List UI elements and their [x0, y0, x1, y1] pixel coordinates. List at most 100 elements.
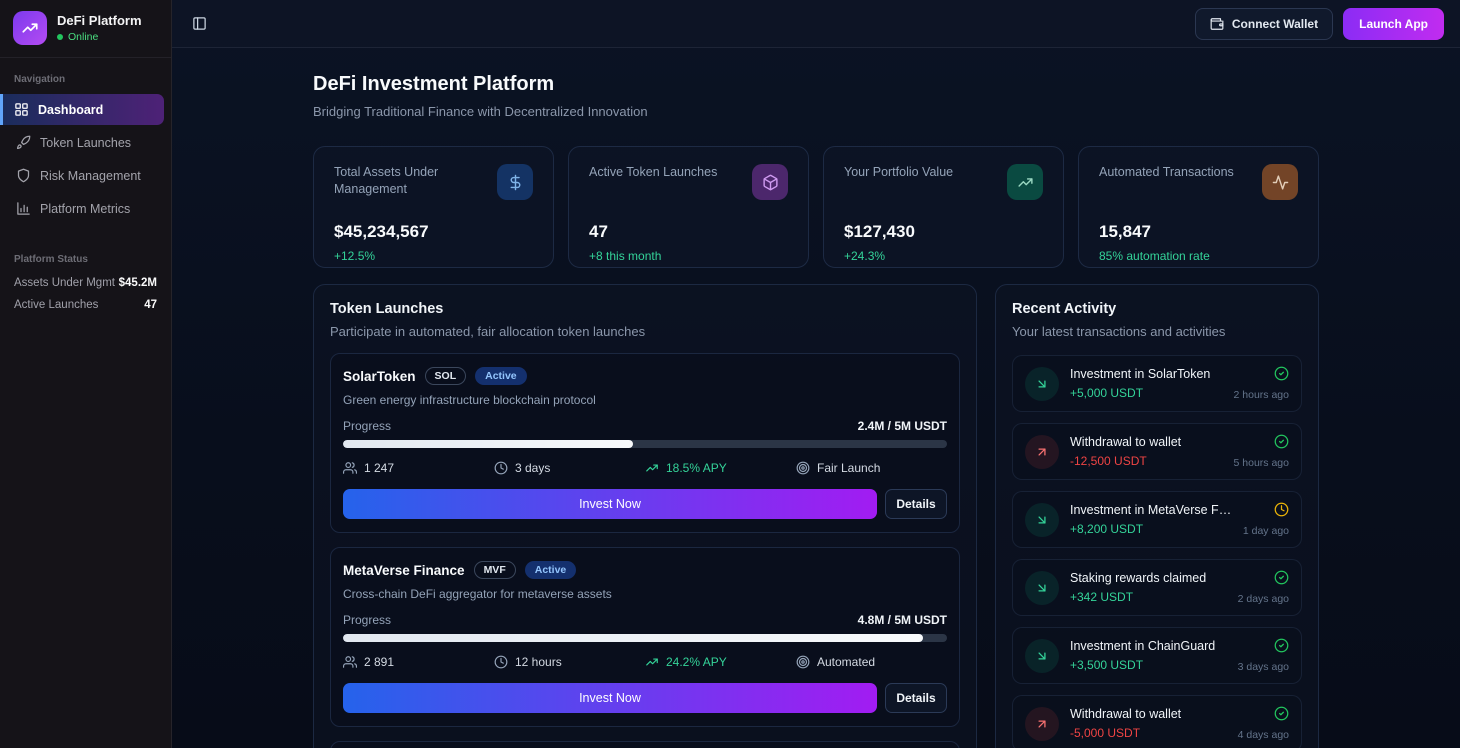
stat-value: 15,847 [1099, 222, 1298, 242]
activity-title: Staking rewards claimed [1070, 571, 1227, 585]
sidebar-item-token-launches[interactable]: Token Launches [7, 127, 164, 158]
stat-card-active-launches: Active Token Launches 47 +8 this month [568, 146, 809, 268]
platform-status-label: Platform Status [0, 238, 171, 272]
activity-title: Investment in ChainGuard [1070, 639, 1227, 653]
sidebar-item-label: Risk Management [40, 169, 141, 183]
activity-title: Investment in SolarToken [1070, 367, 1223, 381]
apy-stat: 24.2% APY [645, 655, 796, 669]
activity-item[interactable]: Investment in MetaVerse Finance +8,200 U… [1012, 491, 1302, 548]
arrow-down-right-icon [1025, 571, 1059, 605]
launch-app-button[interactable]: Launch App [1343, 8, 1444, 40]
progress-bar[interactable] [343, 634, 947, 642]
sidebar-item-label: Dashboard [38, 103, 103, 117]
stat-card-automated-transactions: Automated Transactions 15,847 85% automa… [1078, 146, 1319, 268]
arrow-up-right-icon [1025, 435, 1059, 469]
activity-time: 1 day ago [1243, 525, 1289, 537]
activity-icon [1262, 164, 1298, 200]
dollar-icon [497, 164, 533, 200]
brand-logo [13, 11, 47, 45]
page-subtitle: Bridging Traditional Finance with Decent… [313, 104, 1319, 119]
status-badge: Active [525, 561, 577, 579]
activity-item[interactable]: Staking rewards claimed +342 USDT 2 days… [1012, 559, 1302, 616]
activity-time: 5 hours ago [1234, 457, 1289, 469]
launch-card-solartoken: SolarToken SOL Active Green energy infra… [330, 353, 960, 533]
details-button[interactable]: Details [885, 683, 947, 713]
details-button[interactable]: Details [885, 489, 947, 519]
launch-type-stat: Fair Launch [796, 461, 947, 475]
app-root: DeFi Platform Online Navigation Dashboar… [0, 0, 1460, 748]
clock-icon [494, 461, 508, 475]
progress-fill [343, 440, 633, 448]
status-badge: Active [475, 367, 527, 385]
sidebar-item-risk-management[interactable]: Risk Management [7, 160, 164, 191]
stat-value: $127,430 [844, 222, 1043, 242]
activity-item[interactable]: Withdrawal to wallet -5,000 USDT 4 days … [1012, 695, 1302, 748]
activity-title: Withdrawal to wallet [1070, 707, 1227, 721]
arrow-up-right-icon [1025, 707, 1059, 741]
aum-value: $45.2M [119, 277, 157, 289]
stat-change: 85% automation rate [1099, 249, 1298, 263]
activity-item[interactable]: Investment in SolarToken +5,000 USDT 2 h… [1012, 355, 1302, 412]
activity-time: 3 days ago [1238, 661, 1289, 673]
stat-card-portfolio-value: Your Portfolio Value $127,430 +24.3% [823, 146, 1064, 268]
sidebar-item-label: Token Launches [40, 136, 131, 150]
nav-section-label: Navigation [0, 58, 171, 92]
symbol-chip: MVF [474, 561, 516, 579]
platform-status-section: Platform Status Assets Under Mgmt $45.2M… [0, 238, 171, 316]
shield-icon [16, 168, 31, 183]
sidebar-item-platform-metrics[interactable]: Platform Metrics [7, 193, 164, 224]
stat-change: +8 this month [589, 249, 788, 263]
bar-chart-icon [16, 201, 31, 216]
check-circle-icon [1274, 366, 1289, 381]
sidebar-item-dashboard[interactable]: Dashboard [0, 94, 164, 125]
sidebar-toggle-button[interactable] [188, 12, 211, 35]
invest-now-button[interactable]: Invest Now [343, 683, 877, 713]
stat-value: $45,234,567 [334, 222, 533, 242]
stats-grid: Total Assets Under Management $45,234,56… [313, 146, 1319, 268]
symbol-chip: SOL [425, 367, 467, 385]
activity-amount: -5,000 USDT [1070, 726, 1227, 740]
activity-item[interactable]: Investment in ChainGuard +3,500 USDT 3 d… [1012, 627, 1302, 684]
activity-amount: +3,500 USDT [1070, 658, 1227, 672]
status-row-launches: Active Launches 47 [0, 294, 171, 316]
progress-bar[interactable] [343, 440, 947, 448]
stat-change: +24.3% [844, 249, 1043, 263]
wallet-icon [1210, 17, 1224, 31]
activity-title: Investment in MetaVerse Finance [1070, 503, 1232, 517]
connect-wallet-button[interactable]: Connect Wallet [1195, 8, 1333, 40]
users-icon [343, 655, 357, 669]
check-circle-icon [1274, 638, 1289, 653]
stat-card-total-assets: Total Assets Under Management $45,234,56… [313, 146, 554, 268]
clock-icon [1274, 502, 1289, 517]
launch-card-metaverse-finance: MetaVerse Finance MVF Active Cross-chain… [330, 547, 960, 727]
token-launches-panel: Token Launches Participate in automated,… [313, 284, 977, 748]
activity-time: 2 hours ago [1234, 389, 1289, 401]
arrow-down-right-icon [1025, 639, 1059, 673]
page-title: DeFi Investment Platform [313, 73, 1319, 96]
launch-name: SolarToken [343, 369, 416, 384]
progress-value: 4.8M / 5M USDT [858, 613, 947, 627]
recent-activity-title: Recent Activity [1012, 301, 1302, 317]
activity-item[interactable]: Withdrawal to wallet -12,500 USDT 5 hour… [1012, 423, 1302, 480]
participants-stat: 1 247 [343, 461, 494, 475]
invest-now-button[interactable]: Invest Now [343, 489, 877, 519]
brand: DeFi Platform Online [0, 0, 171, 58]
recent-activity-panel: Recent Activity Your latest transactions… [995, 284, 1319, 748]
panel-left-icon [192, 16, 207, 31]
launch-name: MetaVerse Finance [343, 563, 465, 578]
users-icon [343, 461, 357, 475]
sidebar-item-label: Platform Metrics [40, 202, 130, 216]
progress-fill [343, 634, 923, 642]
status-row-aum: Assets Under Mgmt $45.2M [0, 272, 171, 294]
package-icon [752, 164, 788, 200]
content: DeFi Investment Platform Bridging Tradit… [172, 48, 1460, 748]
launch-description: Cross-chain DeFi aggregator for metavers… [343, 587, 947, 601]
participants-stat: 2 891 [343, 655, 494, 669]
online-status: Online [57, 31, 142, 43]
main-area: Connect Wallet Launch App DeFi Investmen… [172, 0, 1460, 748]
stat-change: +12.5% [334, 249, 533, 263]
trending-up-icon [1007, 164, 1043, 200]
activity-time: 2 days ago [1238, 593, 1289, 605]
activity-amount: +5,000 USDT [1070, 386, 1223, 400]
token-launches-title: Token Launches [330, 301, 960, 317]
